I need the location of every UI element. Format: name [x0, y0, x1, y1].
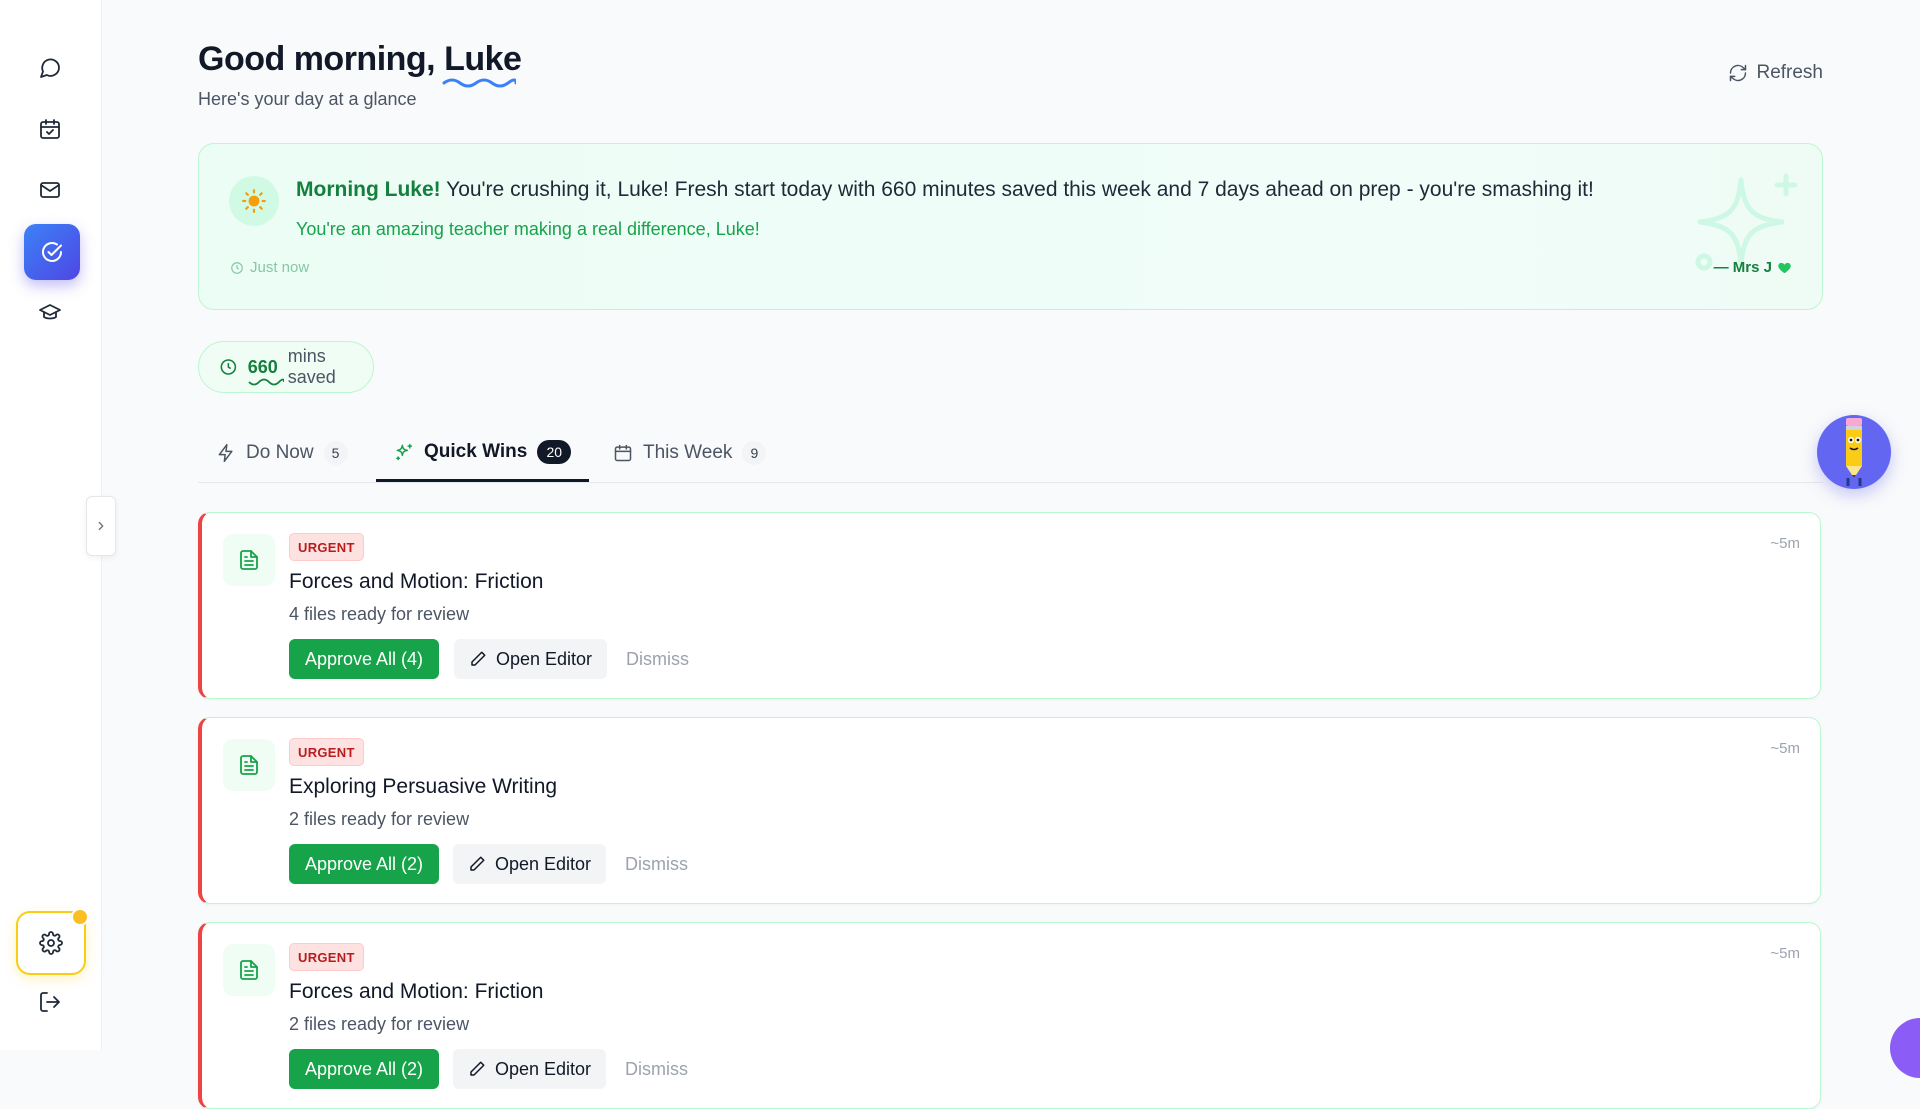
banner-signature: — Mrs J [1714, 259, 1792, 276]
task-tabs: Do Now 5 Quick Wins 20 This Week 9 [198, 425, 1823, 483]
greeting-name: Luke [442, 40, 522, 88]
pencil-mascot-icon [1846, 418, 1862, 486]
banner-timestamp: Just now [230, 259, 309, 276]
logout-button[interactable] [24, 976, 76, 1028]
open-editor-label: Open Editor [495, 853, 592, 874]
sun-icon [242, 189, 266, 213]
check-circle-icon [42, 242, 62, 262]
card-subtitle: 2 files ready for review [289, 1014, 470, 1034]
mins-saved-label: mins saved [287, 346, 336, 387]
document-icon [240, 960, 258, 980]
card-title: Exploring Persuasive Writing [289, 775, 558, 798]
card-time-estimate: ~5m [1770, 535, 1800, 552]
tab-label: Quick Wins [424, 441, 528, 462]
clock-icon [231, 261, 243, 274]
banner-hello: Morning Luke! [296, 178, 441, 201]
card-subtitle: 4 files ready for review [289, 604, 470, 624]
logout-icon [40, 992, 60, 1012]
document-tile [223, 534, 275, 586]
card-title: Forces and Motion: Friction [289, 980, 544, 1003]
bolt-icon [218, 443, 233, 462]
graduation-cap-icon [39, 304, 61, 320]
sidebar-item-chat[interactable] [24, 42, 76, 94]
urgent-badge: URGENT [289, 738, 364, 766]
tab-count: 9 [742, 440, 767, 465]
approve-all-button[interactable]: Approve All (2) [289, 1049, 440, 1089]
user-name: Luke [444, 40, 522, 78]
dismiss-button[interactable]: Dismiss [622, 639, 693, 679]
mins-saved-value: 660 [247, 356, 284, 385]
motivation-banner: Morning Luke! You're crushing it, Luke! … [198, 143, 1823, 310]
corner-decoration [1890, 1018, 1920, 1078]
approve-all-button[interactable]: Approve All (2) [289, 844, 440, 884]
tab-label: Do Now [246, 441, 314, 463]
card-time-estimate: ~5m [1770, 945, 1800, 962]
tab-count: 20 [537, 440, 572, 464]
chevron-right-icon [98, 521, 104, 531]
sidebar-collapse-toggle[interactable] [86, 496, 116, 556]
open-editor-button[interactable]: Open Editor [454, 639, 608, 679]
banner-signature-text: — Mrs J [1713, 259, 1772, 276]
tab-label: This Week [643, 441, 733, 463]
pencil-icon [470, 856, 485, 871]
calendar-icon [614, 444, 632, 461]
tab-this-week[interactable]: This Week 9 [595, 425, 784, 480]
mins-saved-number: 660 [247, 356, 278, 377]
gear-icon [39, 931, 63, 955]
greeting-prefix: Good morning, [198, 40, 445, 78]
tab-count: 5 [323, 440, 348, 465]
banner-message: Morning Luke! You're crushing it, Luke! … [296, 178, 1594, 202]
sidebar-item-tasks[interactable] [24, 224, 80, 280]
dismiss-button[interactable]: Dismiss [621, 1049, 692, 1089]
refresh-label: Refresh [1756, 62, 1823, 83]
document-icon [240, 755, 258, 775]
tab-quick-wins[interactable]: Quick Wins 20 [376, 425, 590, 482]
urgent-badge: URGENT [289, 533, 364, 561]
task-card[interactable]: URGENT Exploring Persuasive Writing 2 fi… [198, 717, 1821, 904]
document-tile [223, 944, 275, 996]
page-subtitle: Here's your day at a glance [198, 89, 417, 109]
document-tile [223, 739, 275, 791]
mail-icon [40, 182, 60, 198]
pencil-icon [470, 1061, 485, 1076]
urgent-badge: URGENT [289, 943, 364, 971]
refresh-button[interactable]: Refresh [1728, 62, 1823, 84]
banner-text: You're crushing it, Luke! Fresh start to… [440, 178, 1594, 201]
pencil-icon [471, 651, 486, 666]
notification-dot [71, 908, 89, 926]
clock-icon [220, 359, 237, 375]
card-time-estimate: ~5m [1770, 740, 1800, 757]
tab-do-now[interactable]: Do Now 5 [198, 425, 366, 480]
document-icon [240, 550, 258, 570]
green-heart-icon [1778, 262, 1791, 274]
sparkles-icon [396, 443, 413, 461]
sun-badge [229, 176, 279, 226]
approve-all-button[interactable]: Approve All (4) [289, 639, 440, 679]
refresh-icon [1730, 64, 1747, 82]
banner-time-text: Just now [250, 259, 310, 276]
task-card[interactable]: URGENT Forces and Motion: Friction 4 fil… [198, 512, 1821, 699]
assistant-avatar-button[interactable] [1817, 415, 1891, 489]
dismiss-button[interactable]: Dismiss [621, 844, 692, 884]
squiggle-underline [442, 78, 517, 88]
settings-button[interactable] [16, 908, 89, 975]
mins-saved-pill: 660 mins saved [198, 341, 374, 393]
chat-icon [40, 58, 60, 78]
open-editor-label: Open Editor [495, 1058, 592, 1079]
open-editor-button[interactable]: Open Editor [453, 1049, 607, 1089]
card-subtitle: 2 files ready for review [289, 809, 470, 829]
task-card[interactable]: URGENT Forces and Motion: Friction 2 fil… [198, 922, 1821, 1109]
open-editor-button[interactable]: Open Editor [453, 844, 607, 884]
sidebar-item-calendar[interactable] [24, 103, 76, 155]
banner-encouragement: You're an amazing teacher making a real … [296, 219, 760, 239]
sidebar-item-learning[interactable] [24, 286, 76, 338]
sidebar-item-mail[interactable] [24, 164, 76, 216]
card-title: Forces and Motion: Friction [289, 570, 544, 593]
open-editor-label: Open Editor [496, 648, 593, 669]
calendar-check-icon [40, 119, 60, 139]
page-title: Good morning, Luke [198, 40, 522, 88]
squiggle-underline [248, 378, 284, 385]
